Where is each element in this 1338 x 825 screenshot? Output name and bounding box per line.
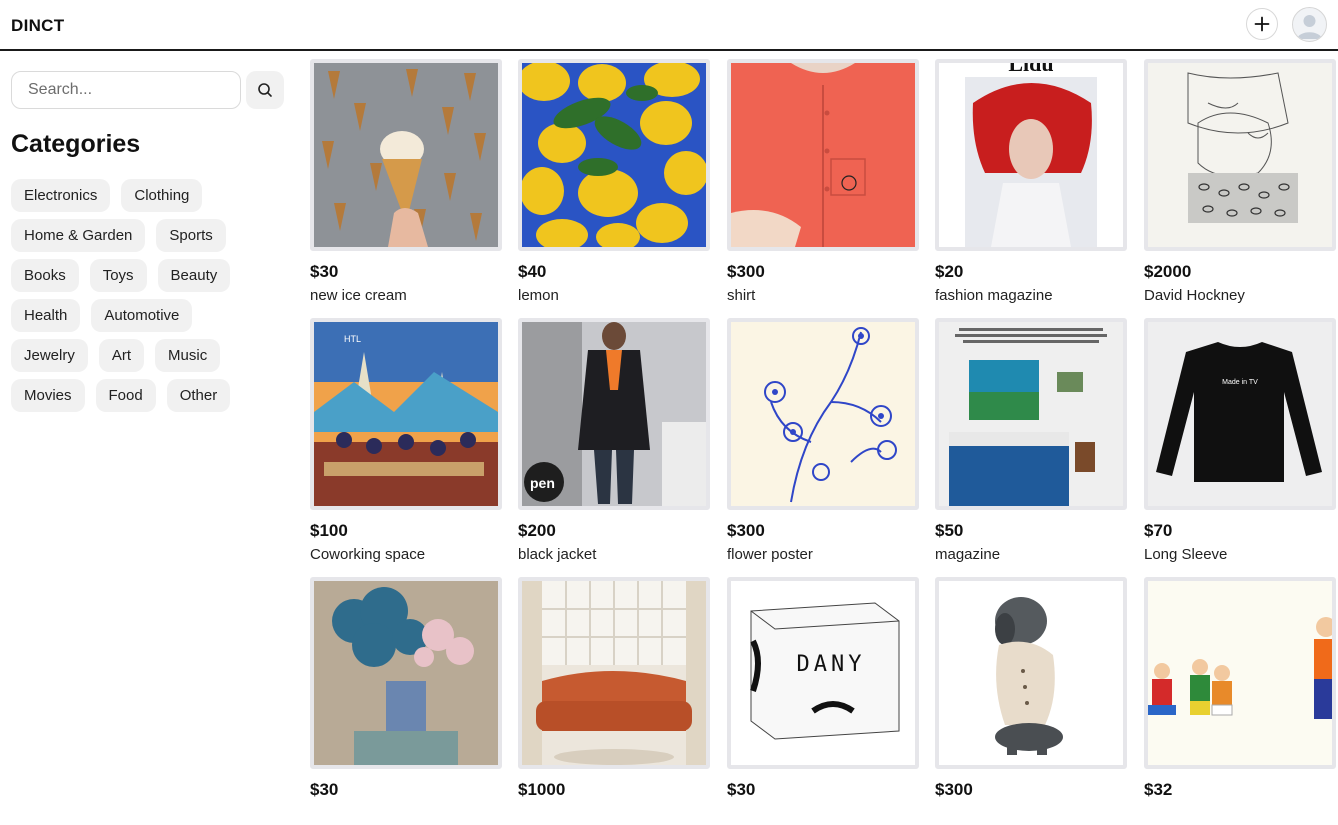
category-chip-art[interactable]: Art — [98, 339, 145, 372]
category-chip-toys[interactable]: Toys — [89, 259, 147, 292]
category-chip-books[interactable]: Books — [11, 259, 79, 292]
category-chip-food[interactable]: Food — [95, 379, 156, 412]
product-image-flower-poster[interactable] — [727, 318, 919, 510]
category-chip-sports[interactable]: Sports — [156, 219, 226, 252]
brand-logo[interactable]: DINCT — [11, 16, 64, 36]
product-image-ice-cream[interactable] — [310, 59, 502, 251]
product-title[interactable]: David Hockney — [1144, 285, 1336, 307]
product-title[interactable]: black jacket — [518, 544, 710, 566]
plus-icon — [1254, 16, 1270, 32]
category-chip-clothing[interactable]: Clothing — [121, 179, 203, 212]
product-image-lemon[interactable] — [518, 59, 710, 251]
coworking-sign: HTL — [344, 334, 361, 344]
category-chip-music[interactable]: Music — [155, 339, 221, 372]
product-title[interactable] — [310, 803, 502, 825]
product-title[interactable]: Long Sleeve — [1144, 544, 1336, 566]
product-card[interactable]: $30 — [310, 577, 502, 825]
product-image-black-jacket[interactable]: pen — [518, 318, 710, 510]
user-avatar[interactable] — [1292, 7, 1327, 42]
product-price: $20 — [935, 262, 964, 281]
product-image-magazine[interactable] — [935, 318, 1127, 510]
product-title[interactable]: new ice cream — [310, 285, 502, 307]
category-chip-automotive[interactable]: Automotive — [91, 299, 193, 332]
product-card[interactable]: $40 lemon — [518, 59, 710, 307]
product-card[interactable]: DANY $30 — [727, 577, 919, 825]
product-title[interactable]: shirt — [727, 285, 919, 307]
product-image-sofa[interactable] — [518, 577, 710, 769]
product-price: $50 — [935, 521, 964, 540]
product-price: $32 — [1144, 780, 1173, 799]
category-list: Electronics Clothing Home & Garden Sport… — [11, 179, 271, 412]
search-input[interactable] — [11, 71, 241, 109]
product-image-fashion-magazine[interactable]: Lidu — [935, 59, 1127, 251]
product-card[interactable]: $300 flower poster — [727, 318, 919, 566]
product-card[interactable]: HTL $100 Coworking space — [310, 318, 502, 566]
product-card[interactable]: pen $200 black jacket — [518, 318, 710, 566]
categories-heading: Categories — [11, 130, 141, 158]
product-price: $300 — [727, 521, 765, 540]
product-price: $2000 — [1144, 262, 1192, 281]
product-title[interactable]: magazine — [935, 544, 1127, 566]
category-chip-jewelry[interactable]: Jewelry — [11, 339, 88, 372]
product-image-long-sleeve[interactable]: Made in TV — [1144, 318, 1336, 510]
product-card[interactable]: Made in TV $70 Long Sleeve — [1144, 318, 1336, 566]
product-card[interactable]: $300 — [935, 577, 1127, 825]
product-price: $300 — [935, 780, 973, 799]
product-image-flower-vase[interactable] — [310, 577, 502, 769]
search-icon — [258, 83, 272, 97]
magazine-masthead: Lidu — [1008, 63, 1053, 76]
user-icon — [1297, 15, 1322, 39]
category-chip-beauty[interactable]: Beauty — [157, 259, 231, 292]
product-title[interactable]: lemon — [518, 285, 710, 307]
product-price: $300 — [727, 262, 765, 281]
product-image-toys[interactable] — [1144, 577, 1336, 769]
search-button[interactable] — [246, 71, 284, 109]
jacket-sign: pen — [530, 475, 555, 491]
category-chip-home-garden[interactable]: Home & Garden — [11, 219, 146, 252]
longsleeve-print: Made in TV — [1222, 379, 1258, 386]
product-card[interactable]: Lidu $20 fashion magazine — [935, 59, 1127, 307]
product-image-coworking-space[interactable]: HTL — [310, 318, 502, 510]
product-title[interactable] — [518, 803, 710, 825]
product-price: $40 — [518, 262, 547, 281]
product-title[interactable]: fashion magazine — [935, 285, 1127, 307]
product-image-dog[interactable] — [935, 577, 1127, 769]
product-card[interactable]: $1000 — [518, 577, 710, 825]
product-price: $1000 — [518, 780, 566, 799]
product-image-david-hockney[interactable] — [1144, 59, 1336, 251]
product-title[interactable]: flower poster — [727, 544, 919, 566]
product-title[interactable] — [1144, 803, 1336, 825]
product-price: $30 — [310, 262, 339, 281]
product-title[interactable] — [935, 803, 1127, 825]
product-image-dany-box[interactable]: DANY — [727, 577, 919, 769]
category-chip-movies[interactable]: Movies — [11, 379, 85, 412]
product-card[interactable]: $2000 David Hockney — [1144, 59, 1336, 307]
top-bar: DINCT — [0, 0, 1338, 51]
category-chip-electronics[interactable]: Electronics — [11, 179, 111, 212]
add-listing-button[interactable] — [1246, 8, 1278, 40]
product-card[interactable]: $50 magazine — [935, 318, 1127, 566]
product-price: $70 — [1144, 521, 1173, 540]
product-card[interactable]: $30 new ice cream — [310, 59, 502, 307]
product-card[interactable]: $300 shirt — [727, 59, 919, 307]
box-brand: DANY — [797, 652, 866, 677]
product-title[interactable]: Coworking space — [310, 544, 502, 566]
product-price: $30 — [310, 780, 339, 799]
category-chip-other[interactable]: Other — [166, 379, 231, 412]
product-price: $30 — [727, 780, 756, 799]
product-price: $100 — [310, 521, 348, 540]
category-chip-health[interactable]: Health — [11, 299, 81, 332]
product-price: $200 — [518, 521, 556, 540]
product-title[interactable] — [727, 803, 919, 825]
product-image-shirt[interactable] — [727, 59, 919, 251]
product-card[interactable]: $32 — [1144, 577, 1336, 825]
